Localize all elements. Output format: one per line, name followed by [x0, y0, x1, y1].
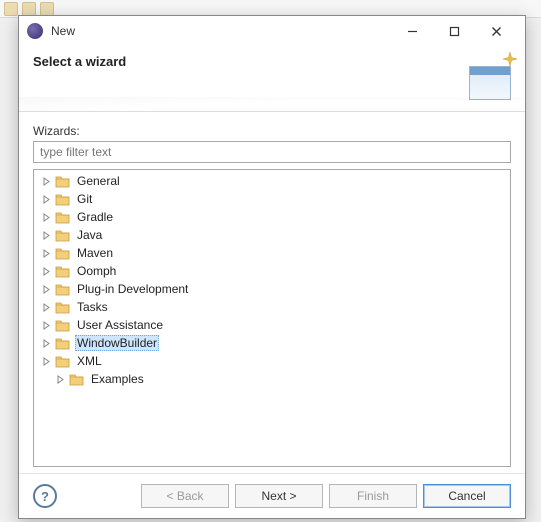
- tree-item-label: Tasks: [75, 300, 110, 314]
- tree-item[interactable]: Plug-in Development: [34, 280, 510, 298]
- back-button[interactable]: < Back: [141, 484, 229, 508]
- expander-icon[interactable]: [40, 195, 52, 204]
- close-button[interactable]: [475, 17, 517, 45]
- tree-item-label: XML: [75, 354, 104, 368]
- folder-icon: [54, 299, 70, 315]
- tree-item-label: Plug-in Development: [75, 282, 190, 296]
- expander-icon[interactable]: [40, 177, 52, 186]
- folder-icon: [54, 245, 70, 261]
- expander-icon[interactable]: [40, 267, 52, 276]
- toolbar-icon: [40, 2, 54, 16]
- window-title: New: [51, 24, 391, 38]
- expander-icon[interactable]: [40, 213, 52, 222]
- tree-item-label: Gradle: [75, 210, 115, 224]
- tree-item[interactable]: User Assistance: [34, 316, 510, 334]
- tree-item-label: User Assistance: [75, 318, 165, 332]
- tree-item[interactable]: Maven: [34, 244, 510, 262]
- finish-button[interactable]: Finish: [329, 484, 417, 508]
- folder-icon: [54, 209, 70, 225]
- expander-icon[interactable]: [54, 375, 66, 384]
- folder-icon: [54, 173, 70, 189]
- tree-item[interactable]: Gradle: [34, 208, 510, 226]
- tree-item-label: Maven: [75, 246, 115, 260]
- header-title: Select a wizard: [33, 54, 126, 69]
- folder-icon: [54, 335, 70, 351]
- tree-item[interactable]: Java: [34, 226, 510, 244]
- tree-item[interactable]: WindowBuilder: [34, 334, 510, 352]
- titlebar[interactable]: New: [19, 16, 525, 46]
- tree-item[interactable]: Examples: [34, 370, 510, 388]
- tree-item-label: General: [75, 174, 122, 188]
- wizards-label: Wizards:: [33, 124, 511, 138]
- minimize-button[interactable]: [391, 17, 433, 45]
- tree-item[interactable]: Tasks: [34, 298, 510, 316]
- tree-item-label: WindowBuilder: [75, 335, 159, 351]
- tree-item-label: Git: [75, 192, 94, 206]
- tree-item-label: Oomph: [75, 264, 118, 278]
- folder-icon: [54, 263, 70, 279]
- expander-icon[interactable]: [40, 285, 52, 294]
- expander-icon[interactable]: [40, 339, 52, 348]
- expander-icon[interactable]: [40, 249, 52, 258]
- tree-item[interactable]: Git: [34, 190, 510, 208]
- tree-item-label: Java: [75, 228, 104, 242]
- dialog-body: Wizards: General Git Gradle Java Maven Oomph P…: [19, 112, 525, 473]
- button-bar: ? < Back Next > Finish Cancel: [19, 473, 525, 518]
- expander-icon[interactable]: [40, 231, 52, 240]
- maximize-button[interactable]: [433, 17, 475, 45]
- folder-icon: [54, 281, 70, 297]
- folder-icon: [68, 371, 84, 387]
- tree-item-label: Examples: [89, 372, 146, 386]
- tree-item[interactable]: General: [34, 172, 510, 190]
- wizard-window-icon: [469, 66, 511, 100]
- tree-item[interactable]: Oomph: [34, 262, 510, 280]
- wizard-tree[interactable]: General Git Gradle Java Maven Oomph Plug-in De…: [33, 169, 511, 467]
- eclipse-icon: [27, 23, 43, 39]
- toolbar-icon: [4, 2, 18, 16]
- new-wizard-dialog: New Select a wizard Wizards: GeneralGitG…: [18, 15, 526, 519]
- folder-icon: [54, 227, 70, 243]
- expander-icon[interactable]: [40, 357, 52, 366]
- folder-icon: [54, 317, 70, 333]
- dialog-header: Select a wizard: [19, 46, 525, 112]
- expander-icon[interactable]: [40, 321, 52, 330]
- next-button[interactable]: Next >: [235, 484, 323, 508]
- folder-icon: [54, 353, 70, 369]
- tree-item[interactable]: XML: [34, 352, 510, 370]
- help-button[interactable]: ?: [33, 484, 57, 508]
- cancel-button[interactable]: Cancel: [423, 484, 511, 508]
- folder-icon: [54, 191, 70, 207]
- expander-icon[interactable]: [40, 303, 52, 312]
- filter-input[interactable]: [33, 141, 511, 163]
- sparkle-icon: [503, 52, 517, 66]
- toolbar-icon: [22, 2, 36, 16]
